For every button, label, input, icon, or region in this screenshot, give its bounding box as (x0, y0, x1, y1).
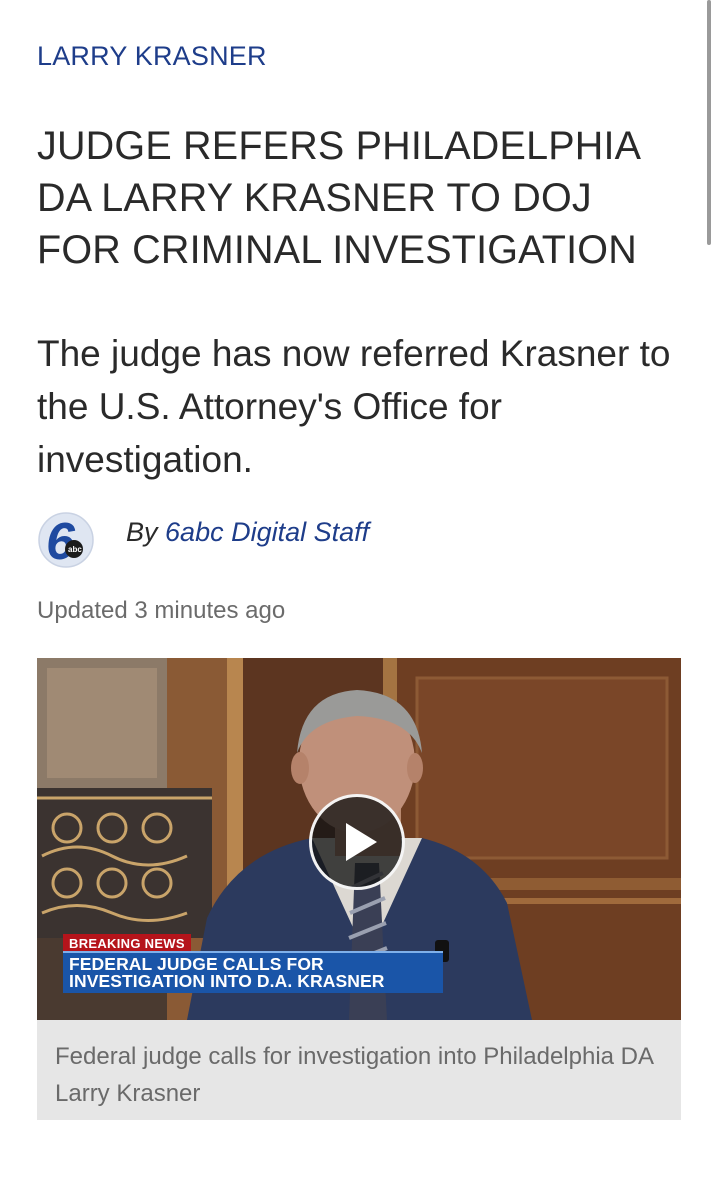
updated-timestamp: Updated 3 minutes ago (37, 597, 286, 624)
author-link[interactable]: 6abc Digital Staff (165, 517, 369, 547)
scrollbar[interactable] (707, 0, 711, 245)
play-icon (346, 823, 377, 861)
byline: 6 abc By 6abc Digital Staff (37, 510, 681, 571)
topic-kicker-link[interactable]: LARRY KRASNER (37, 40, 681, 72)
video-player[interactable]: BREAKING NEWS FEDERAL JUDGE CALLS FOR IN… (37, 658, 681, 1020)
lower-third-line-2: INVESTIGATION INTO D.A. KRASNER (69, 971, 385, 991)
play-button[interactable] (309, 794, 405, 890)
article-headline: JUDGE REFERS PHILADELPHIA DA LARRY KRASN… (37, 124, 640, 272)
logo-text: abc (68, 545, 82, 554)
article: LARRY KRASNER JUDGE REFERS PHILADELPHIA … (37, 0, 681, 1120)
video-lower-third: FEDERAL JUDGE CALLS FOR INVESTIGATION IN… (63, 951, 443, 993)
byline-text: By 6abc Digital Staff (126, 517, 369, 548)
video-caption: Federal judge calls for investigation in… (37, 1020, 681, 1120)
byline-prefix: By (126, 516, 158, 547)
6abc-logo-icon: 6 abc (37, 511, 95, 571)
article-dek: The judge has now referred Krasner to th… (37, 333, 671, 480)
